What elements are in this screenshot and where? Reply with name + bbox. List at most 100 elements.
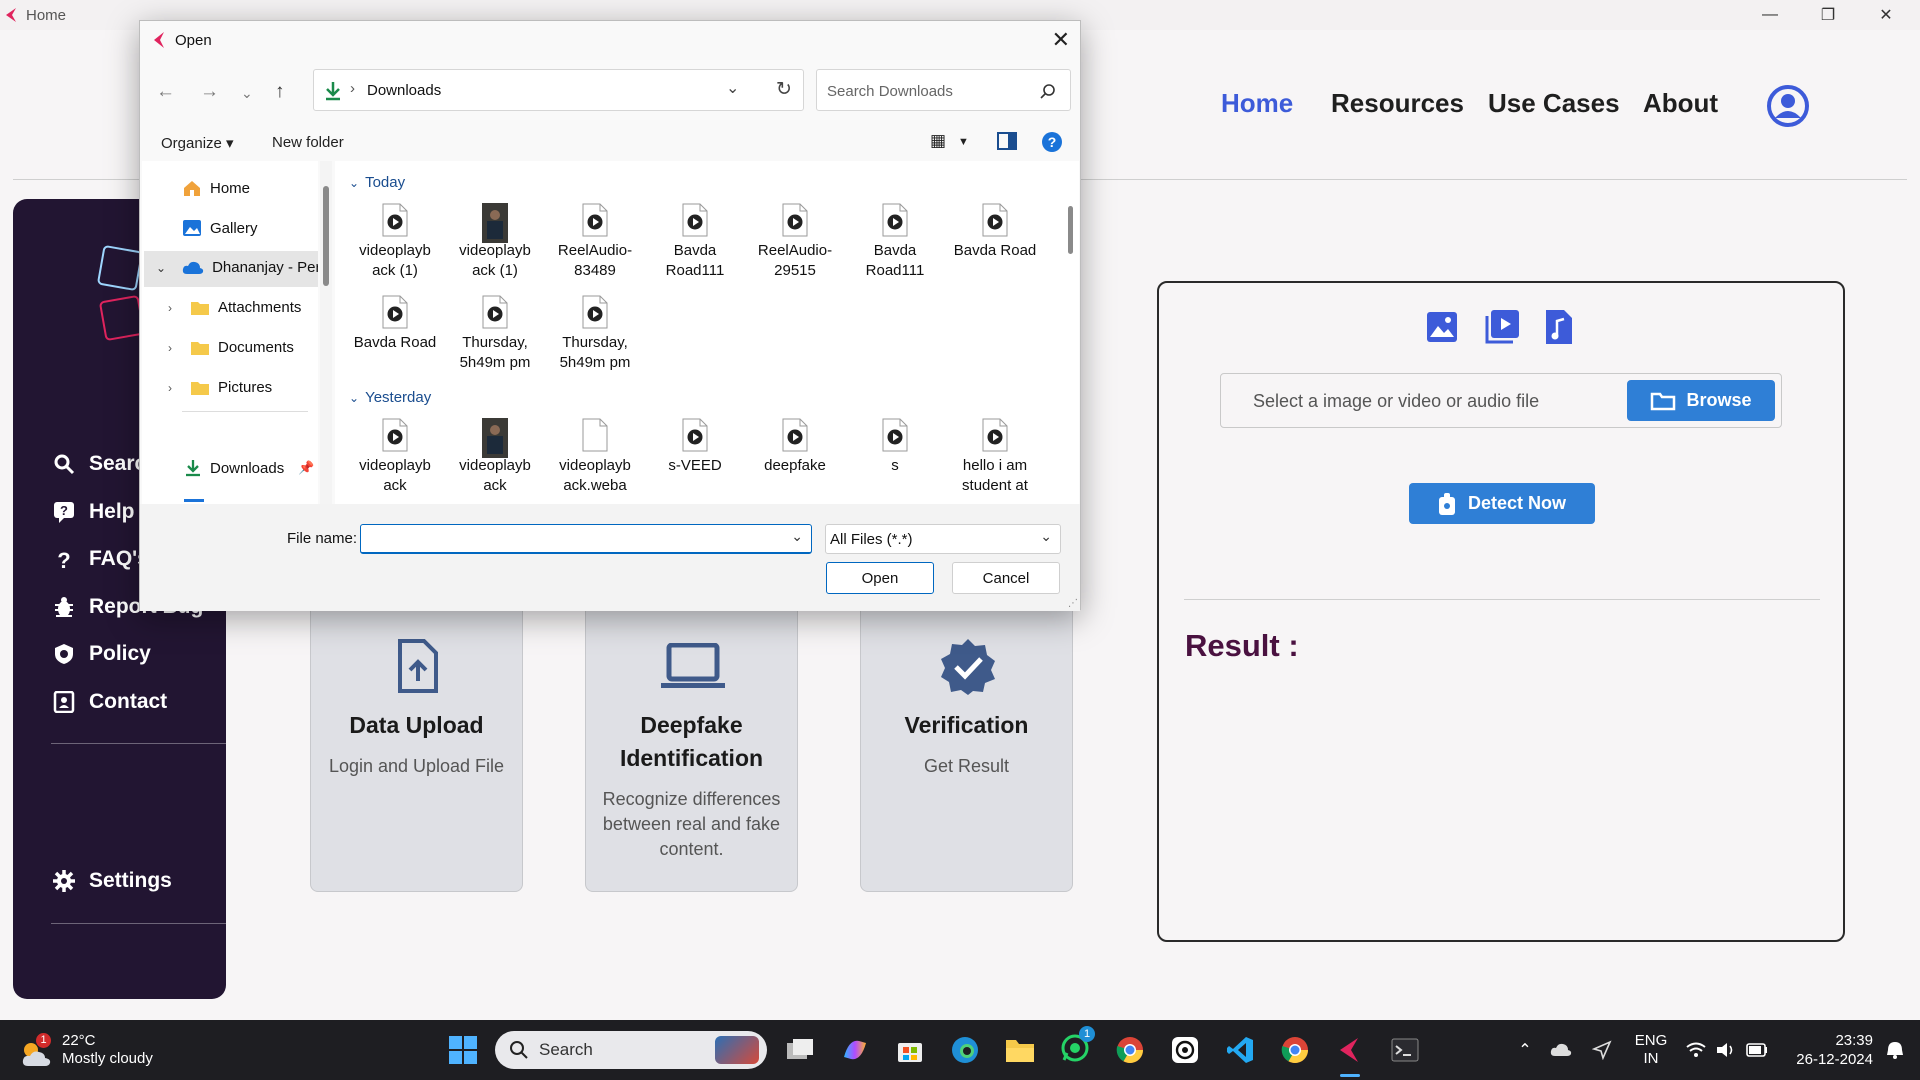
video-thumbnail-icon <box>482 418 508 458</box>
back-arrow-icon[interactable]: ← <box>156 81 175 103</box>
chrome-icon[interactable] <box>1110 1020 1150 1080</box>
resize-grip-icon[interactable]: ⋰ <box>1068 598 1078 609</box>
open-button[interactable]: Open <box>826 562 934 594</box>
pin-icon[interactable]: 📌 <box>298 460 314 476</box>
file-item[interactable]: s <box>847 418 943 476</box>
expand-chevron-icon[interactable]: › <box>168 381 172 395</box>
close-window-button[interactable]: ✕ <box>1857 0 1915 30</box>
sidebar-item-settings[interactable]: Settings <box>53 869 172 893</box>
group-header-yesterday[interactable]: ⌄ Yesterday <box>349 389 431 406</box>
nav-use-cases[interactable]: Use Cases <box>1488 88 1620 119</box>
file-item[interactable]: ReelAudio- 29515 <box>747 203 843 281</box>
vscode-icon[interactable] <box>1220 1020 1260 1080</box>
up-arrow-icon[interactable]: ↑ <box>275 81 285 103</box>
terminal-icon[interactable] <box>1385 1020 1425 1080</box>
start-button[interactable] <box>445 1020 481 1080</box>
tray-overflow-icon[interactable]: ⌃ <box>1510 1020 1540 1080</box>
view-grid-icon[interactable]: ▦ <box>930 131 946 151</box>
clock[interactable]: 23:39 26-12-2024 <box>1778 1020 1873 1080</box>
file-item[interactable]: videoplayb ack.weba <box>547 418 643 496</box>
detect-now-button[interactable]: Detect Now <box>1409 483 1595 524</box>
nav-item-home[interactable]: Home <box>182 179 250 197</box>
taskbar-search[interactable]: Search <box>495 1020 767 1080</box>
video-icon[interactable] <box>1484 309 1520 345</box>
audio-file-icon[interactable] <box>1545 309 1573 345</box>
notifications-icon[interactable] <box>1878 1020 1912 1080</box>
copilot-icon[interactable] <box>835 1020 875 1080</box>
sidebar-item-contact[interactable]: Contact <box>53 690 167 714</box>
file-item[interactable]: Thursday, 5h49m pm <box>447 295 543 373</box>
task-view-icon[interactable] <box>780 1020 820 1080</box>
file-select-field[interactable]: Select a image or video or audio file Br… <box>1220 373 1782 428</box>
location-tray-icon[interactable] <box>1585 1020 1619 1080</box>
nav-item-downloads[interactable]: Downloads 📌 <box>184 459 314 477</box>
browse-button[interactable]: Browse <box>1627 380 1775 421</box>
expand-chevron-icon[interactable]: › <box>168 341 172 355</box>
sidebar-item-policy[interactable]: Policy <box>53 642 151 666</box>
dialog-search-input[interactable]: Search Downloads <box>816 69 1071 111</box>
file-item[interactable]: videoplayb ack (1) <box>347 203 443 281</box>
nav-resources[interactable]: Resources <box>1331 88 1464 119</box>
folder-icon <box>191 341 209 355</box>
help-icon[interactable]: ? <box>1041 131 1063 157</box>
user-avatar-icon[interactable] <box>1766 84 1810 128</box>
forward-arrow-icon[interactable]: → <box>200 81 219 103</box>
address-dropdown-icon[interactable]: ⌄ <box>726 78 739 98</box>
active-app-icon[interactable] <box>1330 1020 1370 1080</box>
nav-item-attachments[interactable]: › Attachments <box>168 299 301 316</box>
file-name-input[interactable]: ⌄ <box>360 524 812 554</box>
sidebar-item-faq[interactable]: ? FAQ's <box>53 547 149 573</box>
new-folder-button[interactable]: New folder <box>272 134 344 151</box>
edge-icon[interactable] <box>945 1020 985 1080</box>
language-indicator[interactable]: ENG IN <box>1628 1020 1674 1080</box>
nav-item-documents[interactable]: › Documents <box>168 339 294 356</box>
nav-item-pictures[interactable]: › Pictures <box>168 379 272 396</box>
expand-chevron-icon[interactable]: › <box>168 301 172 315</box>
file-explorer-icon[interactable] <box>1000 1020 1040 1080</box>
file-item[interactable]: s-VEED <box>647 418 743 476</box>
expand-chevron-icon[interactable]: ⌄ <box>156 261 166 275</box>
nav-item-onedrive[interactable]: ⌄ Dhananjay - Pers <box>156 259 318 276</box>
file-item[interactable]: hello i am student at <box>947 418 1043 496</box>
organize-menu[interactable]: Organize ▾ <box>161 134 234 152</box>
file-pane-scrollbar[interactable] <box>1063 161 1079 504</box>
file-name-dropdown-icon[interactable]: ⌄ <box>791 528 803 545</box>
file-item[interactable]: deepfake <box>747 418 843 476</box>
file-item[interactable]: videoplayb ack <box>447 418 543 496</box>
dialog-close-icon[interactable]: ✕ <box>1052 27 1070 53</box>
restore-button[interactable]: ❐ <box>1799 0 1857 30</box>
address-bar[interactable]: › Downloads ⌄ ↻ <box>313 69 804 111</box>
view-options-chevron-icon[interactable]: ▼ <box>958 136 969 148</box>
file-item[interactable]: ReelAudio- 83489 <box>547 203 643 281</box>
image-icon[interactable] <box>1426 311 1458 343</box>
nav-home[interactable]: Home <box>1221 88 1293 119</box>
file-item[interactable]: Bavda Road111 <box>847 203 943 281</box>
nav-about[interactable]: About <box>1643 88 1718 119</box>
sidebar-item-help[interactable]: ? Help <box>53 500 135 524</box>
file-item[interactable]: Bavda Road <box>947 203 1043 261</box>
file-type-select[interactable]: All Files (*.*) ⌄ <box>825 524 1061 554</box>
file-item[interactable]: Bavda Road111 <box>647 203 743 281</box>
whatsapp-icon[interactable]: 1 <box>1055 1020 1095 1080</box>
chrome-profile-icon[interactable] <box>1275 1020 1315 1080</box>
recent-locations-chevron-icon[interactable]: ⌄ <box>241 85 253 102</box>
file-item[interactable]: videoplayb ack <box>347 418 443 496</box>
cancel-button[interactable]: Cancel <box>952 562 1060 594</box>
app-logo-icon <box>6 8 16 22</box>
file-item[interactable]: Bavda Road <box>347 295 443 353</box>
nav-pane-scrollbar[interactable] <box>320 161 332 504</box>
store-icon[interactable] <box>890 1020 930 1080</box>
open-file-dialog: Open ✕ ← → ⌄ ↑ › Downloads ⌄ ↻ Search Do… <box>139 20 1081 611</box>
nav-item-gallery[interactable]: Gallery <box>182 219 258 237</box>
preview-pane-icon[interactable] <box>997 132 1017 154</box>
file-type-dropdown-icon[interactable]: ⌄ <box>1040 528 1052 545</box>
group-header-today[interactable]: ⌄ Today <box>349 174 405 191</box>
onedrive-tray-icon[interactable] <box>1545 1020 1579 1080</box>
file-item[interactable]: Thursday, 5h49m pm <box>547 295 643 373</box>
quick-settings[interactable] <box>1682 1020 1772 1080</box>
refresh-icon[interactable]: ↻ <box>776 78 792 101</box>
file-item[interactable]: videoplayb ack (1) <box>447 203 543 281</box>
minimize-button[interactable]: — <box>1741 0 1799 30</box>
weather-widget[interactable]: 1 22°C Mostly cloudy <box>20 1020 170 1080</box>
chatgpt-icon[interactable] <box>1165 1020 1205 1080</box>
